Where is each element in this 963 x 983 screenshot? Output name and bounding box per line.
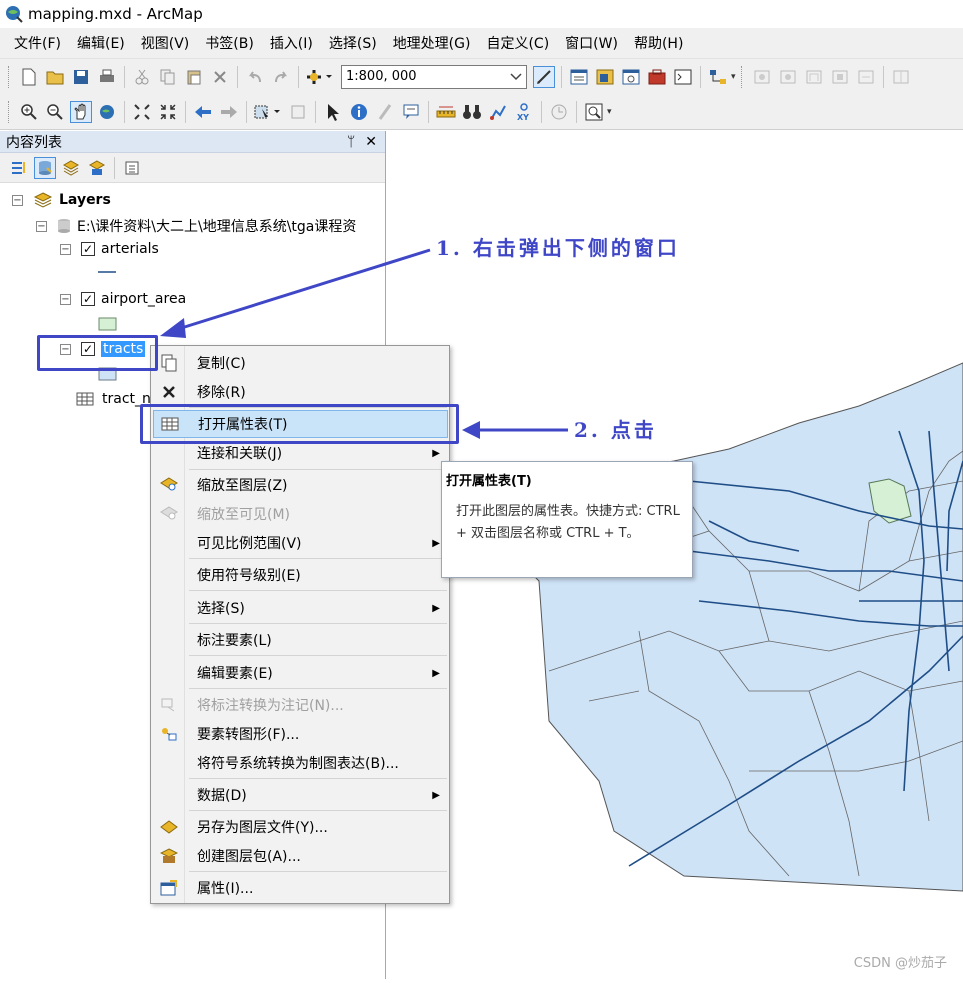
watermark: CSDN @炒茄子 bbox=[853, 956, 947, 971]
annotation-arrowhead-2 bbox=[462, 421, 480, 439]
annotation-arrows bbox=[160, 248, 568, 439]
annotation-arrow-1 bbox=[174, 248, 431, 332]
annotation-arrowhead-1 bbox=[160, 318, 186, 338]
annotation-step-2: 2. 点击 bbox=[574, 418, 657, 442]
annotation-step-1: 1. 右击弹出下侧的窗口 bbox=[436, 236, 680, 260]
